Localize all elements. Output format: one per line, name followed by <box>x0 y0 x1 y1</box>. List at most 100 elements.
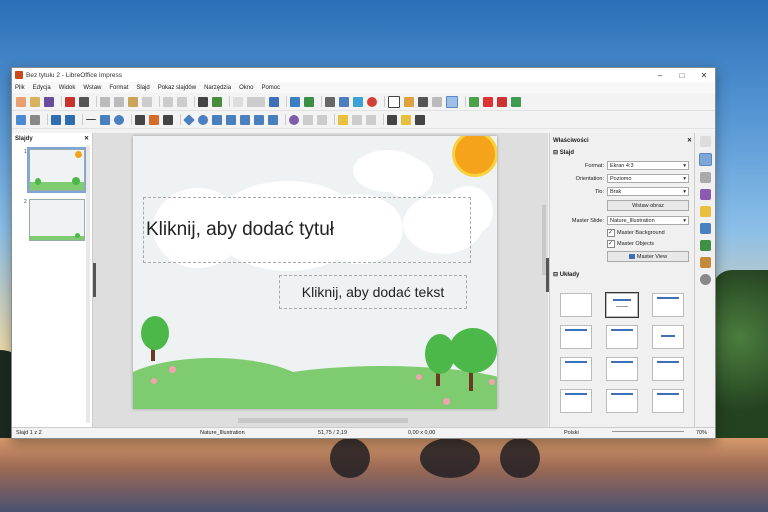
master-objects-checkbox[interactable]: ✓ Master Objects <box>607 238 695 249</box>
layout-title-content-over-content[interactable] <box>560 389 592 413</box>
copy-icon[interactable] <box>114 96 124 107</box>
image-icon[interactable] <box>339 96 349 107</box>
master-slide-icon[interactable] <box>269 96 279 107</box>
crop-icon[interactable] <box>352 114 362 125</box>
hyperlink-icon[interactable] <box>418 96 428 107</box>
zoom-icon[interactable] <box>30 114 40 125</box>
slides-pane-scrollbar[interactable] <box>86 145 90 423</box>
slide-canvas[interactable]: Kliknij, aby dodać tytuł Kliknij, aby do… <box>133 136 497 409</box>
zoom-level[interactable]: 70% <box>696 430 707 436</box>
text-box-icon[interactable] <box>388 95 400 108</box>
flowchart-icon[interactable] <box>226 114 236 125</box>
filter-icon[interactable] <box>366 114 376 125</box>
format-select[interactable]: Ekran 4:3 ▾ <box>607 161 689 170</box>
menu-help[interactable]: Pomoc <box>261 85 280 91</box>
paste-icon[interactable] <box>128 96 138 107</box>
menu-format[interactable]: Format <box>109 85 128 91</box>
minimize-button[interactable]: – <box>649 68 671 82</box>
fill-color-icon[interactable] <box>65 114 75 125</box>
menu-slideshow[interactable]: Pokaz slajdów <box>158 85 196 91</box>
pane-collapse-handle[interactable] <box>93 263 96 297</box>
gallery-tab-icon[interactable] <box>700 240 711 251</box>
slide-section-header[interactable]: ⊟ Slajd <box>550 146 695 159</box>
block-arrows-icon[interactable] <box>212 114 222 125</box>
language[interactable]: Polski <box>564 430 579 436</box>
background-select[interactable]: Brak ▾ <box>607 187 689 196</box>
menu-window[interactable]: Okno <box>239 85 253 91</box>
curve-icon[interactable] <box>149 114 159 125</box>
slide-transition-tab-icon[interactable] <box>700 172 711 183</box>
new-slide-icon[interactable] <box>469 96 479 107</box>
connector-icon[interactable] <box>163 114 173 125</box>
maximize-button[interactable]: □ <box>671 68 693 82</box>
layout-title-4content[interactable] <box>606 389 638 413</box>
helplines-icon[interactable] <box>446 95 458 108</box>
menu-insert[interactable]: Wstaw <box>83 85 101 91</box>
stars-icon[interactable] <box>254 114 264 125</box>
layout-centered-text[interactable] <box>652 325 684 349</box>
menu-edit[interactable]: Edycja <box>33 85 51 91</box>
find-replace-icon[interactable] <box>198 96 208 107</box>
slide-layout-icon[interactable] <box>511 96 521 107</box>
layouts-section-header[interactable]: ⊟ Układy <box>550 268 695 281</box>
slideshow-current-icon[interactable] <box>304 96 314 107</box>
basic-shapes-icon[interactable] <box>183 113 195 126</box>
undo-icon[interactable] <box>163 96 173 107</box>
layout-blank[interactable] <box>560 293 592 317</box>
menu-view[interactable]: Widok <box>59 85 76 91</box>
media-icon[interactable] <box>353 96 363 107</box>
export-pdf-icon[interactable] <box>65 96 75 107</box>
layout-title-2content[interactable] <box>560 325 592 349</box>
print-icon[interactable] <box>79 96 89 107</box>
close-sidebar-icon[interactable]: ✕ <box>687 137 692 144</box>
arrange-icon[interactable] <box>317 114 327 125</box>
layout-title-only[interactable] <box>606 325 638 349</box>
clone-formatting-icon[interactable] <box>142 96 152 107</box>
display-grid-icon[interactable] <box>432 96 442 107</box>
new-icon[interactable] <box>16 96 26 107</box>
arrow-line-icon[interactable] <box>135 114 145 125</box>
slide-thumbnail[interactable] <box>27 147 87 193</box>
properties-tab-icon[interactable] <box>699 153 712 166</box>
rectangle-icon[interactable] <box>100 114 110 125</box>
table-icon[interactable] <box>325 96 335 107</box>
cut-icon[interactable] <box>100 96 110 107</box>
horizontal-scrollbar[interactable] <box>238 418 408 423</box>
start-slideshow-icon[interactable] <box>290 96 300 107</box>
symbol-shapes-icon[interactable] <box>198 114 208 125</box>
glue-points-icon[interactable] <box>401 114 411 125</box>
sidebar-menu-icon[interactable] <box>700 136 711 147</box>
orientation-select[interactable]: Poziomo ▾ <box>607 174 689 183</box>
animation-tab-icon[interactable] <box>700 189 711 200</box>
insert-image-button[interactable]: Wstaw obraz <box>607 200 689 211</box>
layout-title-6content[interactable] <box>652 389 684 413</box>
close-pane-icon[interactable]: ✕ <box>84 135 89 142</box>
ellipse-icon[interactable] <box>114 114 124 125</box>
layout-title-2content-over-content[interactable] <box>652 357 684 381</box>
line-icon[interactable] <box>86 119 96 120</box>
grid-icon[interactable] <box>233 96 243 107</box>
layout-title-content-2content[interactable] <box>606 357 638 381</box>
menu-tools[interactable]: Narzędzia <box>204 85 231 91</box>
master-view-button[interactable]: Master View <box>607 251 689 262</box>
3d-objects-icon[interactable] <box>268 114 278 125</box>
toggle-extrusion-icon[interactable] <box>415 114 425 125</box>
line-color-icon[interactable] <box>51 114 61 125</box>
navigator-tab-icon[interactable] <box>700 257 711 268</box>
points-icon[interactable] <box>387 114 397 125</box>
master-slides-tab-icon[interactable] <box>700 206 711 217</box>
shadow-icon[interactable] <box>338 114 348 125</box>
chart-icon[interactable] <box>367 96 377 107</box>
zoom-slider[interactable] <box>612 431 684 437</box>
display-views-icon[interactable] <box>247 96 265 107</box>
align-icon[interactable] <box>303 114 313 125</box>
save-icon[interactable] <box>44 96 54 107</box>
layout-title-2content-content[interactable] <box>560 357 592 381</box>
layout-title-slide[interactable] <box>605 292 639 318</box>
master-background-checkbox[interactable]: ✓ Master Background <box>607 227 695 238</box>
redo-icon[interactable] <box>177 96 187 107</box>
fontwork-icon[interactable] <box>404 96 414 107</box>
delete-slide-icon[interactable] <box>497 96 507 107</box>
rotate-icon[interactable] <box>289 114 299 125</box>
select-icon[interactable] <box>16 114 26 125</box>
